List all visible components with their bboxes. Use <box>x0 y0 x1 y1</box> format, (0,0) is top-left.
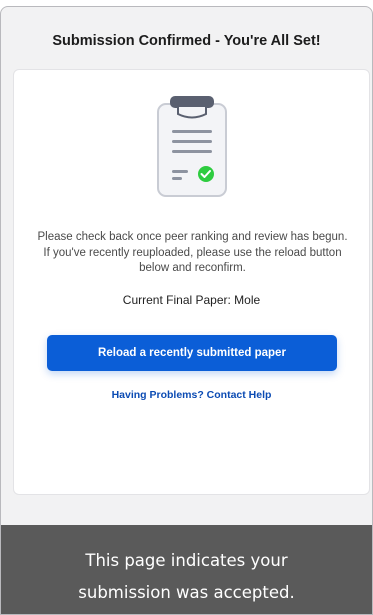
contact-help-link[interactable]: Having Problems? Contact Help <box>14 389 369 401</box>
reload-paper-button[interactable]: Reload a recently submitted paper <box>47 335 337 371</box>
confirmation-panel: Submission Confirmed - You're All Set! P… <box>0 6 373 615</box>
page-title: Submission Confirmed - You're All Set! <box>52 33 321 49</box>
caption-line-2: submission was accepted. <box>78 583 295 602</box>
caption-banner: This page indicates your submission was … <box>1 525 372 614</box>
confirmation-card: Please check back once peer ranking and … <box>13 69 370 495</box>
caption-line-1: This page indicates your <box>85 551 288 570</box>
caption-text: This page indicates your submission was … <box>1 545 372 609</box>
status-message: Please check back once peer ranking and … <box>37 231 348 274</box>
clipboard-check-icon <box>156 94 228 198</box>
current-paper-label: Current Final Paper: Mole <box>122 293 261 307</box>
